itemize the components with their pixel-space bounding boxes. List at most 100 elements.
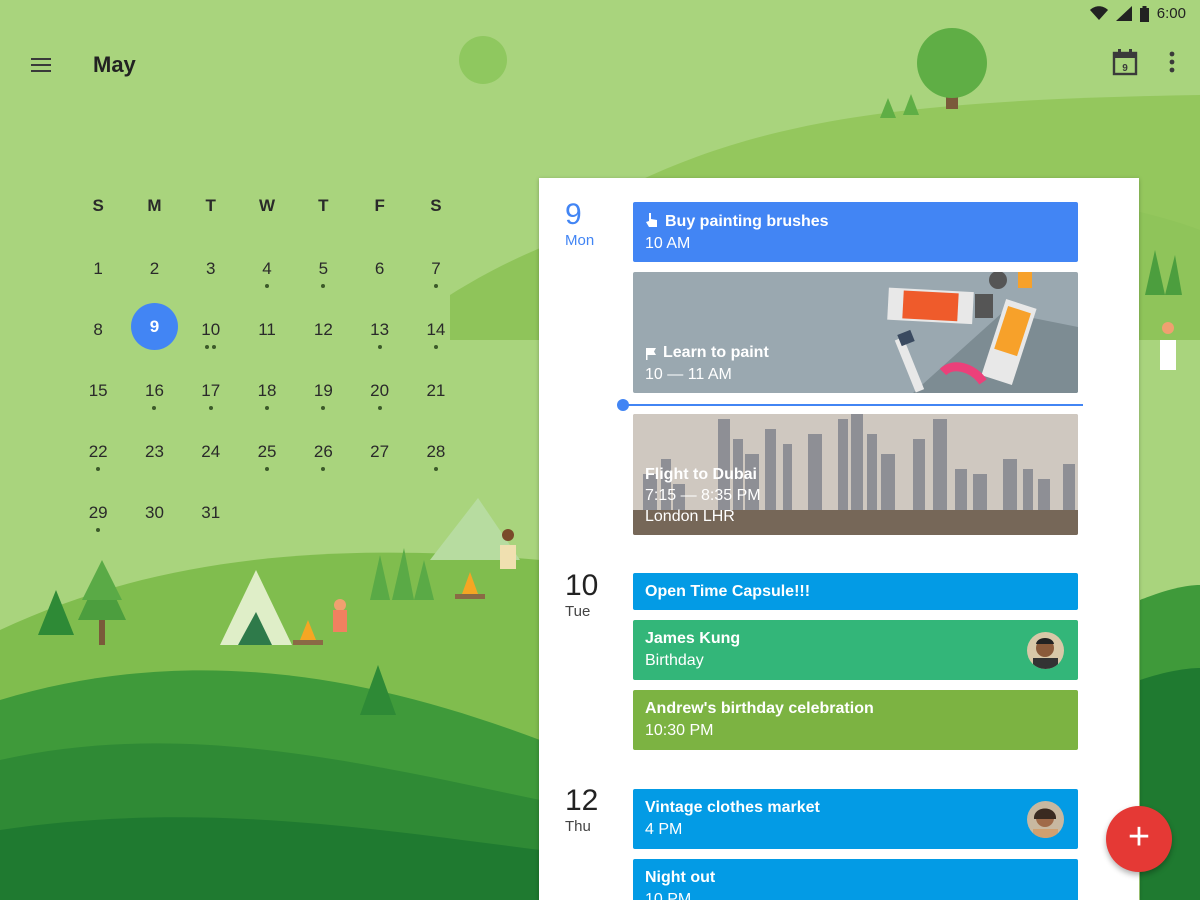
- event-title: James Kung: [645, 630, 741, 647]
- weekday-label: S: [430, 196, 442, 215]
- calendar-day[interactable]: 3: [183, 236, 239, 297]
- calendar-week-row: 22 23 24 25 26 27 28: [70, 419, 470, 480]
- calendar-day-selected[interactable]: 9: [126, 297, 182, 358]
- calendar-day[interactable]: 15: [70, 358, 126, 419]
- weekday-header: SMTWTFS: [70, 196, 470, 216]
- event-dot: [433, 467, 438, 471]
- calendar-day-number: 6: [374, 259, 385, 278]
- event-vintage-clothes-market[interactable]: Vintage clothes market 4 PM: [633, 789, 1078, 849]
- calendar-day[interactable]: 21: [408, 358, 464, 419]
- event-title: Open Time Capsule!!!: [645, 583, 811, 600]
- flag-icon: [646, 348, 656, 360]
- calendar-day-number: 18: [257, 381, 277, 400]
- day-name: Mon: [565, 232, 595, 249]
- calendar-day[interactable]: 20: [351, 358, 407, 419]
- event-title: Learn to paint: [663, 344, 769, 361]
- calendar-day-number: 25: [257, 442, 277, 461]
- event-dot: [377, 345, 382, 349]
- event-learn-to-paint[interactable]: Learn to paint 10 — 11 AM: [633, 272, 1078, 393]
- calendar-day-number: 1: [93, 259, 103, 278]
- calendar-day-number: 24: [201, 442, 221, 461]
- weekday-label: M: [147, 196, 162, 215]
- calendar-day[interactable]: 2: [126, 236, 182, 297]
- calendar-week-row: 8 9 10 11 12 13 14: [70, 297, 470, 358]
- event-title: Flight to Dubai: [645, 466, 757, 483]
- schedule-panel[interactable]: 9 Mon Buy painting brushes 10 AM Learn t…: [539, 178, 1139, 900]
- calendar-day[interactable]: 22: [70, 419, 126, 480]
- event-dots: [183, 345, 239, 349]
- day-label-9[interactable]: 9 Mon: [565, 200, 625, 250]
- event-andrews-birthday-celebration[interactable]: Andrew's birthday celebration 10:30 PM: [633, 690, 1078, 750]
- event-dot: [152, 406, 157, 410]
- calendar-day[interactable]: 29: [70, 480, 126, 541]
- calendar-week-row: 15 16 17 18 19 20 21: [70, 358, 470, 419]
- day-number: 10: [565, 569, 599, 602]
- event-time: 10 — 11 AM: [645, 366, 732, 383]
- calendar-day[interactable]: 27: [351, 419, 407, 480]
- calendar-day[interactable]: 5: [295, 236, 351, 297]
- event-night-out[interactable]: Night out 10 PM: [633, 859, 1078, 900]
- event-dots: [351, 406, 407, 410]
- calendar-day[interactable]: 26: [295, 419, 351, 480]
- calendar-day[interactable]: 8: [70, 297, 126, 358]
- day-label-10[interactable]: 10 Tue: [565, 569, 625, 621]
- calendar-day[interactable]: 14: [408, 297, 464, 358]
- avatar: [1027, 632, 1064, 669]
- hand-icon: [646, 213, 657, 227]
- calendar-day[interactable]: 31: [183, 480, 239, 541]
- event-dot: [377, 406, 382, 410]
- event-title: Vintage clothes market: [645, 799, 820, 816]
- calendar-day-number: 2: [149, 259, 160, 278]
- calendar-day[interactable]: 17: [183, 358, 239, 419]
- calendar-day[interactable]: 25: [239, 419, 295, 480]
- event-time: 7:15 — 8:35 PM: [645, 487, 761, 504]
- event-james-kung-birthday[interactable]: James Kung Birthday: [633, 620, 1078, 680]
- calendar-day-number: 16: [144, 381, 164, 400]
- calendar-day[interactable]: 18: [239, 358, 295, 419]
- menu-icon[interactable]: [28, 54, 56, 78]
- day-name: Thu: [565, 818, 591, 835]
- calendar-day[interactable]: 12: [295, 297, 351, 358]
- event-title: Buy painting brushes: [665, 213, 829, 230]
- event-dots: [183, 406, 239, 410]
- event-subtitle: Birthday: [645, 652, 704, 669]
- calendar-day[interactable]: 4: [239, 236, 295, 297]
- event-dots: [408, 284, 464, 288]
- event-dots: [295, 406, 351, 410]
- calendar-day[interactable]: 30: [126, 480, 182, 541]
- month-title[interactable]: May: [93, 52, 136, 78]
- cellular-signal-icon: [1115, 6, 1132, 21]
- calendar-day[interactable]: 24: [183, 419, 239, 480]
- today-button[interactable]: 9: [1112, 48, 1138, 76]
- event-dot: [433, 345, 438, 349]
- event-open-time-capsule[interactable]: Open Time Capsule!!!: [633, 573, 1078, 610]
- event-flight-to-dubai[interactable]: Flight to Dubai 7:15 — 8:35 PM London LH…: [633, 414, 1078, 535]
- calendar-day[interactable]: 6: [351, 236, 407, 297]
- calendar-day[interactable]: 16: [126, 358, 182, 419]
- day-number: 12: [565, 784, 599, 817]
- event-time: 10 AM: [645, 235, 691, 252]
- event-dots: [295, 284, 351, 288]
- calendar-day[interactable]: 28: [408, 419, 464, 480]
- calendar-day[interactable]: 10: [183, 297, 239, 358]
- more-options-button[interactable]: [1160, 48, 1184, 76]
- calendar-day[interactable]: 13: [351, 297, 407, 358]
- calendar-day-number: 15: [88, 381, 108, 400]
- event-dots: [239, 406, 295, 410]
- event-dot: [265, 284, 270, 288]
- calendar-day[interactable]: 11: [239, 297, 295, 358]
- calendar-day-number: 28: [426, 442, 446, 461]
- calendar-day[interactable]: 1: [70, 236, 126, 297]
- calendar-day-number: 12: [313, 320, 333, 339]
- today-day-number: 9: [1122, 63, 1128, 74]
- day-label-12[interactable]: 12 Thu: [565, 784, 625, 836]
- event-dots: [126, 406, 182, 410]
- event-title: Night out: [645, 869, 716, 886]
- calendar-day[interactable]: 19: [295, 358, 351, 419]
- add-event-button[interactable]: +: [1106, 806, 1172, 872]
- calendar-day[interactable]: 7: [408, 236, 464, 297]
- event-buy-painting-brushes[interactable]: Buy painting brushes 10 AM: [633, 202, 1078, 262]
- wifi-icon: [1089, 6, 1108, 20]
- current-time-line: [623, 404, 1083, 406]
- calendar-day[interactable]: 23: [126, 419, 182, 480]
